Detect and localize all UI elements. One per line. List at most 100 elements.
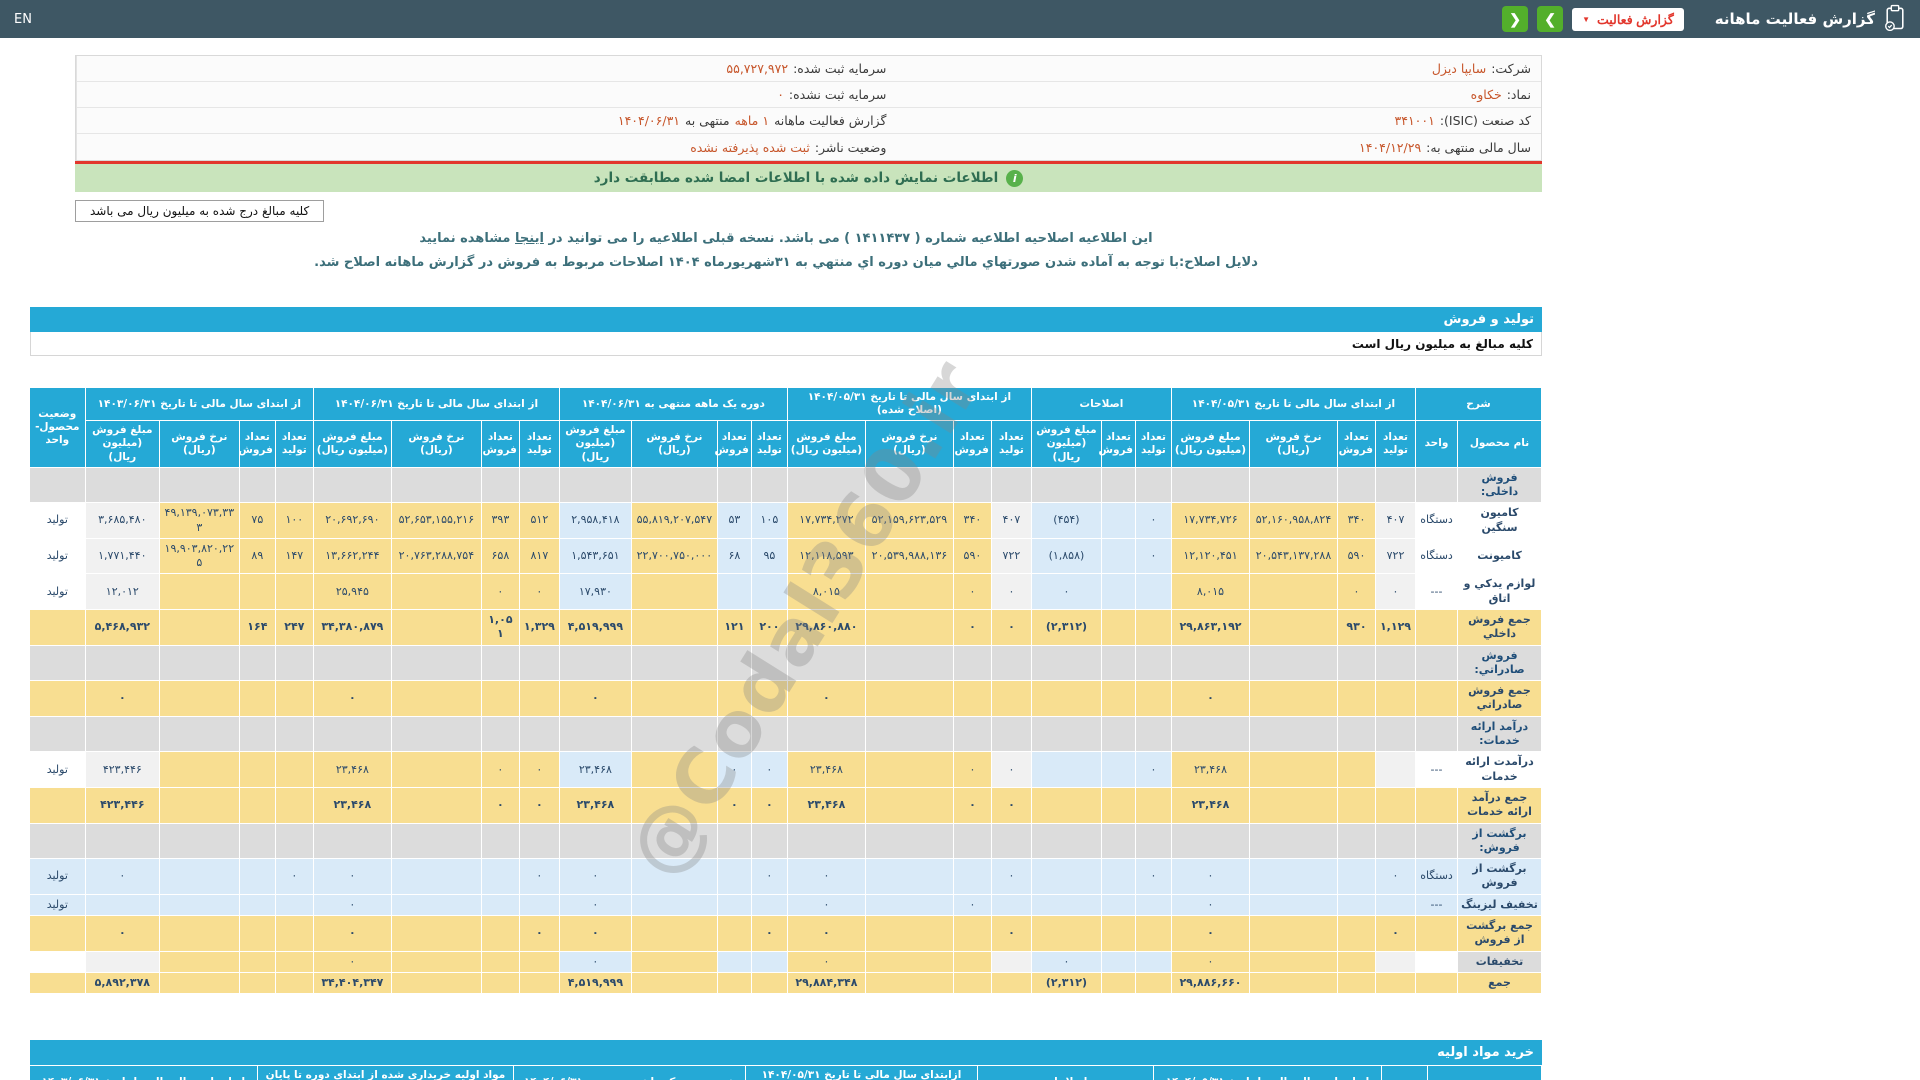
data-cell	[1134, 971, 1172, 995]
company-info-left-column: سرمایه ثبت شده: ۵۵,۷۲۷,۹۷۲ سرمایه ثبت نشده…	[76, 56, 897, 160]
report-type-dropdown[interactable]: گزارش فعالیت ▼	[1572, 7, 1684, 31]
data-cell	[238, 680, 276, 717]
data-cell	[158, 822, 240, 860]
data-cell	[1249, 573, 1338, 610]
data-cell	[630, 858, 718, 895]
data-cell: ۵۲,۶۵۳,۱۵۵,۲۱۶	[390, 502, 482, 539]
data-cell	[480, 715, 520, 753]
data-cell: ۲۲,۷۰۰,۷۵۰,۰۰۰	[630, 537, 718, 575]
data-cell	[1415, 822, 1458, 860]
data-cell: ۵۳	[716, 502, 752, 539]
row-label-cell: جمع	[1457, 971, 1542, 995]
data-cell: ۰	[558, 950, 632, 973]
data-cell	[716, 950, 752, 973]
data-cell	[390, 680, 482, 717]
data-cell: ۰	[1375, 573, 1416, 610]
data-cell	[1030, 466, 1102, 504]
data-cell: ۱۹,۹۰۳,۸۲۰,۲۲۵	[158, 537, 240, 575]
data-cell	[158, 680, 240, 717]
data-cell: ۰	[990, 751, 1032, 788]
production-sales-table: شرح از ابتدای سال مالی تا تاریخ ۱۴۰۴/۰۵/۳…	[28, 386, 1542, 995]
data-cell	[274, 573, 314, 610]
info-row: سرمایه ثبت نشده: ۰	[77, 82, 897, 108]
correction-notice-line1: این اطلاعیه اصلاحیه اطلاعیه شماره ( ۱۴۱۱…	[30, 231, 1542, 246]
data-cell: ۰	[312, 680, 392, 717]
data-cell: ۰	[1134, 502, 1172, 539]
info-row: شرکت: سایپا دیزل	[896, 56, 1541, 82]
section-row: فروش صادراتي:	[28, 644, 1542, 682]
next-report-button[interactable]: ❯	[1537, 6, 1564, 32]
data-cell	[1375, 950, 1416, 973]
data-cell	[716, 715, 752, 753]
row-label-cell: درآمد ارائه خدمات:	[1457, 715, 1542, 753]
data-cell	[750, 822, 788, 860]
data-cell: ۰	[518, 751, 560, 788]
data-cell	[390, 466, 482, 504]
sum-row: جمع درآمد ارائه خدمات ۲۳,۴۶۸ ۰ ۰ ۲۳,۴۶۸ ۰ ۰ ۲۳,…	[28, 786, 1542, 824]
data-cell: ۰	[558, 680, 632, 717]
data-cell	[750, 950, 788, 973]
section-title: خرید مواد اولیه	[1437, 1045, 1534, 1061]
data-cell: ۲۳,۴۶۸	[786, 786, 866, 824]
info-label: سال مالی منتهی به:	[1426, 139, 1531, 155]
data-cell: ۲۳,۴۶۸	[786, 751, 866, 788]
column-group-header: اصلاحات	[976, 1065, 1155, 1080]
data-cell: ۰	[518, 786, 560, 824]
data-cell	[630, 822, 718, 860]
data-cell: ۰	[1134, 751, 1172, 788]
info-label: گزارش فعالیت ماهانه	[774, 113, 887, 128]
data-cell	[1170, 644, 1251, 682]
language-switch-en[interactable]: EN	[14, 12, 32, 27]
data-cell	[1249, 893, 1338, 917]
column-header: نرخ فروش (ریال)	[158, 420, 240, 468]
column-header: نرخ فروش (ریال)	[1249, 420, 1338, 468]
data-cell	[274, 715, 314, 753]
data-cell	[786, 822, 866, 860]
data-cell: ۴۰۷	[1375, 502, 1416, 539]
data-cell: ۰	[786, 915, 866, 952]
data-cell: تولید	[28, 573, 86, 610]
signature-match-text: اطلاعات نمایش داده شده با اطلاعات امضا ش…	[593, 170, 999, 186]
column-group-header: از ابتدای سال مالی تا تاریخ ۱۴۰۴/۰۶/۳۱	[312, 386, 560, 422]
data-cell	[518, 715, 560, 753]
data-cell: ۳,۶۸۵,۴۸۰	[84, 502, 160, 539]
row-label-cell: تخفیف لیزینگ	[1457, 893, 1542, 917]
info-icon: i	[1006, 169, 1024, 187]
row-label-cell: کامیون سنگین	[1457, 502, 1542, 539]
column-header: تعداد تولید	[1375, 420, 1416, 468]
data-cell	[1100, 644, 1136, 682]
data-cell: ۲۰,۷۶۳,۲۸۸,۷۵۴	[390, 537, 482, 575]
data-cell	[952, 858, 992, 895]
previous-report-button[interactable]: ❮	[1502, 6, 1529, 32]
data-cell	[1134, 715, 1172, 753]
data-cell: ۰	[518, 858, 560, 895]
info-value: ۵۵,۷۲۷,۹۷۲	[726, 61, 789, 76]
data-cell	[1249, 786, 1338, 824]
column-header: مبلغ فروش (میلیون ریال)	[1030, 420, 1102, 468]
info-label: سرمایه ثبت شده:	[793, 61, 887, 76]
data-cell: ۰	[990, 786, 1032, 824]
data-cell	[750, 644, 788, 682]
data-cell: ۴۲۳,۴۴۶	[84, 751, 160, 788]
data-cell	[158, 971, 240, 995]
data-cell: ۸۹	[238, 537, 276, 575]
sum-row: جمع فروش صادراتي ۰ ۰ ۰ ۰ ۰	[28, 680, 1542, 717]
data-cell	[1337, 915, 1376, 952]
data-cell: ۰	[1030, 950, 1102, 973]
data-cell: ۰	[1170, 950, 1251, 973]
data-cell	[1100, 573, 1136, 610]
column-group-header: دوره یک ماهه منتهی به ۱۴۰۴/۰۶/۳۱	[558, 386, 788, 422]
data-cell: ۸۱۷	[518, 537, 560, 575]
info-label: سرمایه ثبت نشده:	[788, 87, 887, 102]
data-cell: ۰	[312, 915, 392, 952]
data-cell	[480, 644, 520, 682]
data-cell	[1249, 971, 1338, 995]
data-cell	[1249, 950, 1338, 973]
data-cell	[1134, 573, 1172, 610]
data-cell	[864, 786, 954, 824]
data-cell	[1337, 858, 1376, 895]
previous-version-link[interactable]: اینجا	[515, 231, 544, 246]
data-cell: ۰	[952, 786, 992, 824]
data-cell	[238, 950, 276, 973]
data-cell	[238, 786, 276, 824]
